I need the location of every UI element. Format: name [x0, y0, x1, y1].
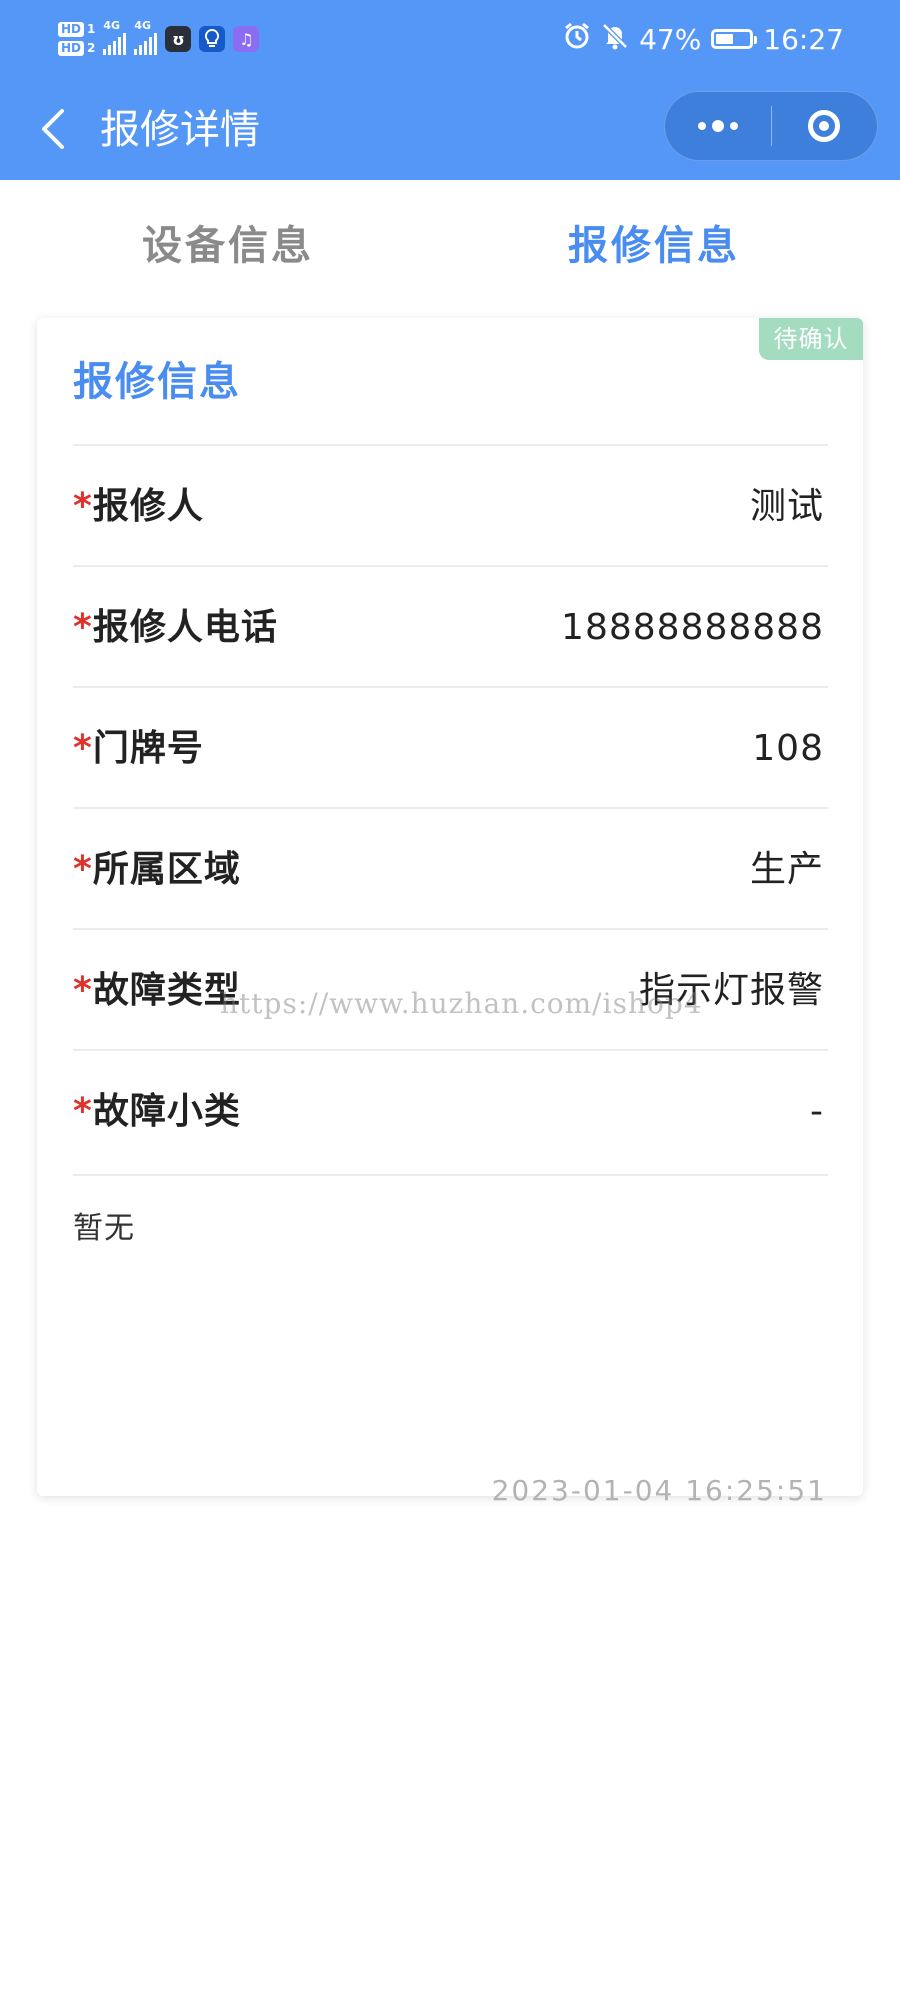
clock: 16:27	[763, 22, 844, 56]
status-bar-left: HD 1 HD 2 4G 4G ʊ ♫	[58, 14, 260, 64]
page-title: 报修详情	[100, 107, 260, 153]
field-label-text: 故障类型	[92, 970, 241, 1011]
field-row-fault-subtype: *故障小类 -	[73, 1049, 828, 1170]
sim1-indicator: HD 1	[58, 22, 95, 37]
field-value: -	[810, 1091, 824, 1132]
battery-fill	[716, 34, 734, 44]
timestamp: 2023-01-04 16:25:51	[491, 1474, 827, 1507]
header: HD 1 HD 2 4G 4G ʊ ♫ 47% 16:27 报修详情	[0, 0, 900, 180]
hd-badge: HD	[58, 41, 85, 56]
tab-bar: 设备信息 报修信息	[0, 180, 900, 300]
card-title: 报修信息	[73, 359, 241, 405]
field-label-text: 故障小类	[92, 1091, 241, 1132]
field-label-text: 门牌号	[92, 728, 204, 769]
required-mark: *	[73, 1091, 93, 1132]
field-label: *故障小类	[73, 1087, 241, 1137]
network-type: 4G	[134, 19, 152, 32]
tab-device-info[interactable]: 设备信息	[142, 218, 314, 274]
sim2-number: 2	[87, 41, 96, 55]
target-icon	[808, 110, 841, 142]
mini-program-capsule	[664, 91, 878, 161]
field-label-text: 报修人	[92, 486, 204, 527]
more-dots-icon	[697, 120, 738, 132]
field-row-door-number: *门牌号 108	[73, 686, 828, 807]
signal-icon: 4G	[103, 19, 127, 55]
battery-icon	[711, 29, 758, 49]
close-button[interactable]	[772, 92, 878, 160]
sim1-number: 1	[87, 22, 96, 36]
required-mark: *	[73, 849, 93, 890]
field-label: *所属区域	[73, 845, 241, 895]
required-mark: *	[73, 607, 93, 648]
field-label: *报修人	[73, 482, 204, 532]
network-type: 4G	[103, 19, 121, 32]
required-mark: *	[73, 970, 93, 1011]
field-row-area: *所属区域 生产	[73, 807, 828, 928]
more-button[interactable]	[665, 92, 771, 160]
nav-bar: 报修详情	[0, 80, 900, 180]
battery-percent: 47%	[639, 22, 702, 56]
status-badge: 待确认	[759, 318, 863, 360]
sim-indicators: HD 1 HD 2	[58, 22, 95, 56]
field-row-reporter: *报修人 测试	[73, 444, 828, 565]
status-bar-right: 47% 16:27	[563, 18, 844, 60]
repair-info-card: 待确认 报修信息 *报修人 测试 *报修人电话 18888888888 *门牌号…	[37, 318, 863, 1507]
signal-icon: 4G	[134, 19, 158, 55]
field-row-phone: *报修人电话 18888888888	[73, 565, 828, 686]
tab-repair-info[interactable]: 报修信息	[568, 218, 740, 274]
divider	[73, 1174, 828, 1176]
field-label-text: 报修人电话	[92, 607, 278, 648]
field-label-text: 所属区域	[92, 849, 241, 890]
alarm-icon	[563, 22, 591, 57]
sim2-indicator: HD 2	[58, 41, 95, 56]
required-mark: *	[73, 728, 93, 769]
required-mark: *	[73, 486, 93, 527]
back-button[interactable]	[28, 104, 78, 154]
field-value: 108	[752, 728, 824, 769]
field-value: 生产	[749, 849, 824, 890]
app-notification-icon: ʊ	[165, 26, 192, 52]
field-row-fault-type: *故障类型 指示灯报警	[73, 928, 828, 1049]
lightbulb-icon	[199, 26, 226, 52]
field-label: *报修人电话	[73, 603, 278, 653]
field-value: 测试	[749, 486, 824, 527]
field-label: *门牌号	[73, 724, 204, 774]
status-bar: HD 1 HD 2 4G 4G ʊ ♫ 47% 16:27	[0, 0, 900, 80]
chevron-left-icon	[42, 109, 64, 149]
mute-bell-icon	[601, 22, 629, 57]
remark-text: 暂无	[73, 1211, 135, 1246]
field-label: *故障类型	[73, 966, 241, 1016]
hd-badge: HD	[58, 22, 85, 37]
field-value: 18888888888	[561, 607, 824, 648]
field-value: 指示灯报警	[638, 970, 824, 1011]
music-icon: ♫	[233, 26, 260, 52]
